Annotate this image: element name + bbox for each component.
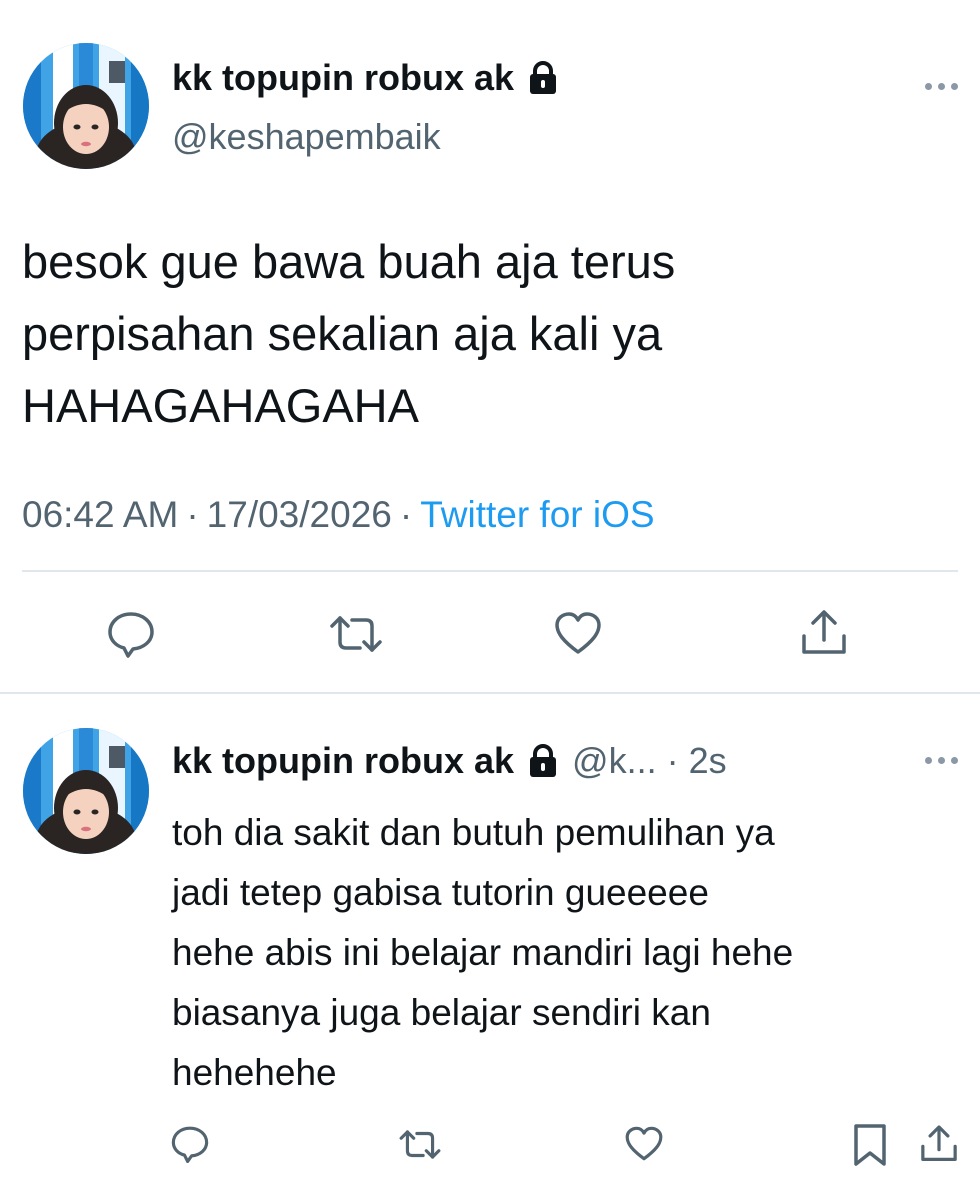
more-dots-icon[interactable] <box>925 83 958 90</box>
heart-icon[interactable] <box>624 1125 664 1162</box>
heart-icon[interactable] <box>553 610 603 656</box>
tweet-time: 06:42 AM <box>22 494 179 535</box>
tweet-text: besok gue bawa buah aja terus perpisahan… <box>22 235 676 432</box>
tweet-source-link[interactable]: Twitter for iOS <box>420 494 654 535</box>
divider <box>0 692 980 694</box>
tweet-meta: 06:42 AM · 17/03/2026 · Twitter for iOS <box>22 488 655 542</box>
author-name-text: kk topupin robux ak <box>172 57 515 98</box>
reply-timestamp[interactable]: 2s <box>689 738 727 784</box>
comment-icon[interactable] <box>170 1125 210 1163</box>
bookmark-icon[interactable] <box>852 1123 888 1167</box>
lock-icon <box>528 61 558 95</box>
meta-separator: · <box>399 494 413 535</box>
reply-author-handle[interactable]: @k... <box>572 738 657 784</box>
author-handle[interactable]: @keshapembaik <box>172 116 441 158</box>
more-dots-icon[interactable] <box>925 757 958 764</box>
retweet-icon[interactable] <box>398 1127 442 1162</box>
divider <box>22 570 958 572</box>
author-name[interactable]: kk topupin robux ak <box>172 57 558 99</box>
meta-separator: · <box>186 494 199 535</box>
reply-header: kk topupin robux ak @k... · 2s <box>172 738 727 784</box>
reply-author-avatar[interactable] <box>23 728 149 854</box>
tweet-date: 17/03/2026 <box>206 494 392 535</box>
share-icon[interactable] <box>798 608 850 658</box>
reply-author-name[interactable]: kk topupin robux ak <box>172 738 514 784</box>
lock-icon <box>528 744 558 778</box>
share-icon[interactable] <box>918 1123 960 1165</box>
tweet-detail-screen: kk topupin robux ak @keshapembaik besok … <box>0 0 980 1200</box>
reply-separator: · <box>666 740 679 781</box>
reply-text: toh dia sakit dan butuh pemulihan ya jad… <box>172 812 794 1093</box>
author-avatar[interactable] <box>23 43 149 169</box>
retweet-icon[interactable] <box>328 612 384 656</box>
comment-icon[interactable] <box>106 610 156 658</box>
